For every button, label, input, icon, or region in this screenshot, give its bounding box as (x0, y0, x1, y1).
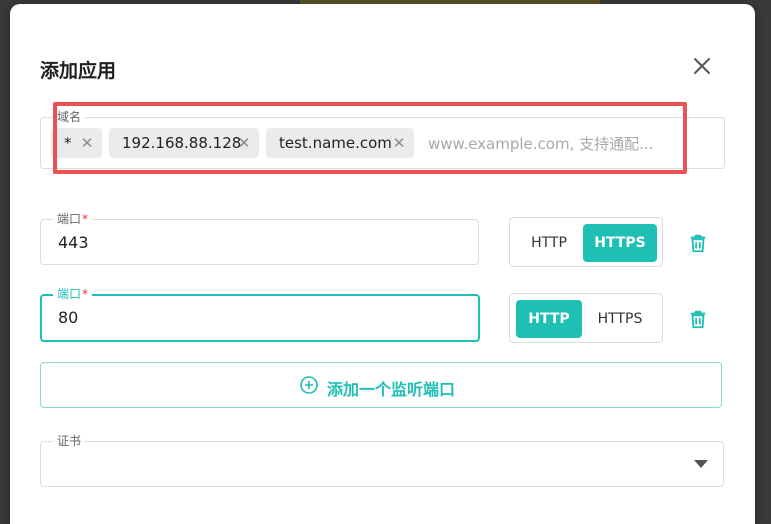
plus-circle-icon (300, 376, 318, 394)
protocol-toggle: HTTP HTTPS (509, 293, 663, 343)
required-asterisk: * (82, 287, 89, 301)
port-field[interactable]: 端口* 443 (40, 211, 479, 265)
chip-remove-icon[interactable]: ✕ (237, 128, 251, 158)
caret-down-icon (694, 460, 708, 468)
port-value: 80 (58, 308, 79, 327)
chip-label: * (64, 134, 72, 152)
add-app-dialog: 添加应用 域名 * ✕ 192.168.88.128 ✕ test.name.c… (10, 4, 755, 524)
protocol-http-button[interactable]: HTTP (516, 300, 582, 338)
add-port-button[interactable]: 添加一个监听端口 (40, 362, 722, 408)
chip-label: test.name.com (279, 134, 392, 152)
protocol-https-button[interactable]: HTTPS (583, 224, 657, 262)
domain-chip: 192.168.88.128 ✕ (109, 128, 259, 158)
close-icon[interactable] (690, 54, 714, 78)
chip-remove-icon[interactable]: ✕ (80, 128, 94, 158)
trash-icon[interactable] (687, 308, 709, 330)
domain-chip: * ✕ (51, 128, 102, 158)
add-port-label: 添加一个监听端口 (327, 380, 456, 399)
required-asterisk: * (82, 212, 89, 226)
trash-icon[interactable] (687, 232, 709, 254)
port-field[interactable]: 端口* 80 (40, 286, 480, 342)
port-value: 443 (58, 233, 89, 252)
domain-field[interactable]: 域名 * ✕ 192.168.88.128 ✕ test.name.com ✕ (40, 109, 725, 169)
port-label: 端口* (53, 211, 93, 227)
certificate-select[interactable]: 证书 (40, 433, 724, 487)
certificate-label: 证书 (53, 433, 86, 449)
chip-remove-icon[interactable]: ✕ (392, 128, 406, 158)
chip-label: 192.168.88.128 (122, 134, 242, 152)
port-label: 端口* (53, 286, 93, 302)
protocol-toggle: HTTP HTTPS (509, 217, 663, 267)
domain-input[interactable] (426, 128, 710, 160)
dialog-title: 添加应用 (40, 60, 117, 82)
protocol-http-button[interactable]: HTTP (516, 224, 582, 262)
domain-label: 域名 (53, 109, 86, 125)
protocol-https-button[interactable]: HTTPS (583, 300, 657, 338)
domain-chip: test.name.com ✕ (266, 128, 414, 158)
